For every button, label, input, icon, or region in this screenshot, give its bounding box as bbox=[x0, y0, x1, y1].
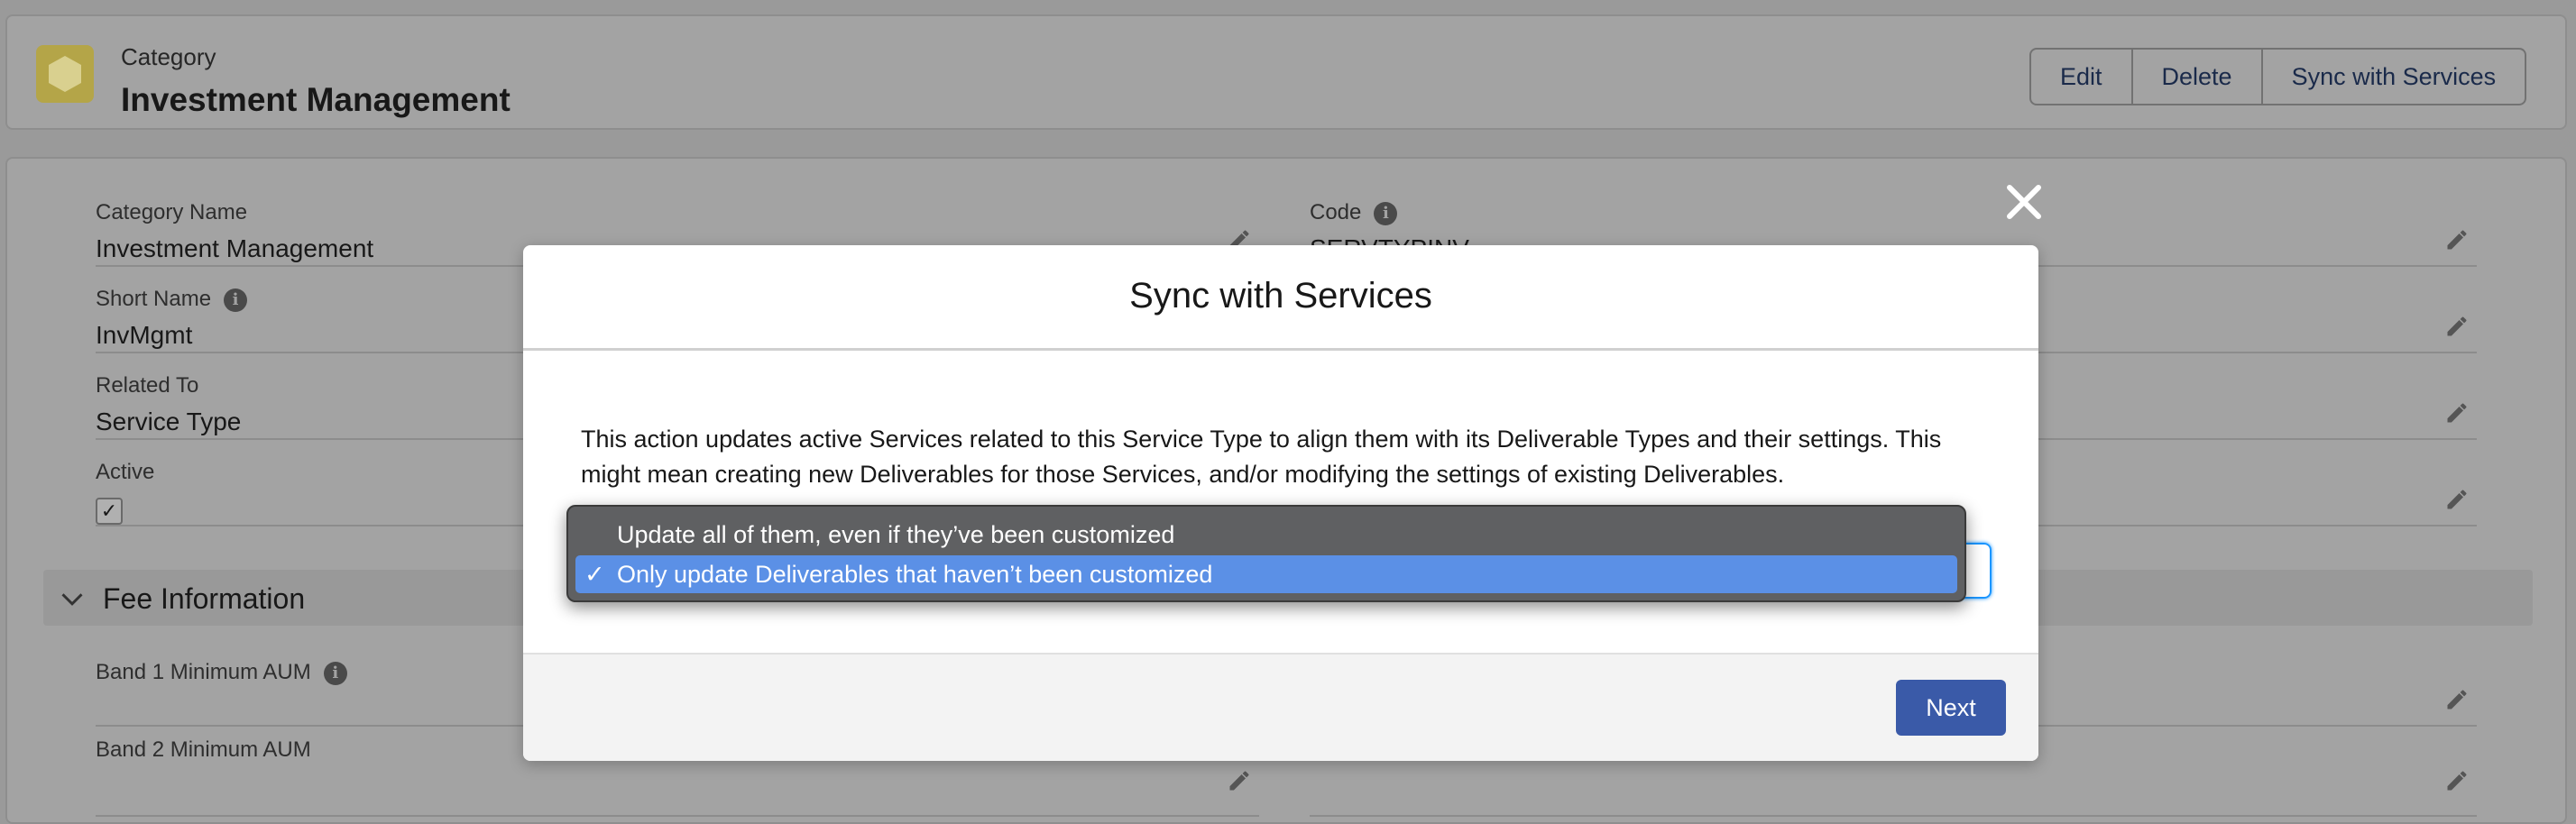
pencil-icon[interactable] bbox=[2444, 768, 2470, 793]
delete-button[interactable]: Delete bbox=[2133, 50, 2263, 104]
dropdown-option-only-uncustomized[interactable]: ✓ Only update Deliverables that haven’t … bbox=[575, 555, 1957, 593]
next-button[interactable]: Next bbox=[1896, 680, 2006, 736]
info-icon[interactable]: i bbox=[323, 661, 347, 685]
pencil-icon[interactable] bbox=[2444, 227, 2470, 252]
close-icon[interactable] bbox=[2002, 180, 2046, 224]
sync-modal: Sync with Services This action updates a… bbox=[523, 245, 2038, 761]
field-label: Short Name i bbox=[96, 287, 248, 312]
modal-header: Sync with Services bbox=[523, 245, 2038, 351]
field-label: Related To bbox=[96, 373, 199, 398]
modal-footer: Next bbox=[523, 653, 2038, 761]
category-icon bbox=[36, 45, 94, 103]
active-checkbox[interactable]: ✓ bbox=[96, 498, 123, 525]
field-label: Active bbox=[96, 460, 155, 484]
field-label: Category Name bbox=[96, 200, 248, 224]
header-actions: Edit Delete Sync with Services bbox=[2029, 48, 2527, 105]
pencil-icon[interactable] bbox=[1227, 768, 1252, 793]
option-label: Update all of them, even if they’ve been… bbox=[617, 521, 1175, 548]
pencil-icon[interactable] bbox=[2444, 400, 2470, 426]
chevron-down-icon bbox=[61, 593, 83, 606]
record-title: Investment Management bbox=[121, 81, 511, 118]
pencil-icon[interactable] bbox=[2444, 314, 2470, 339]
edit-button[interactable]: Edit bbox=[2031, 50, 2133, 104]
modal-title: Sync with Services bbox=[1129, 276, 1432, 316]
modal-description: This action updates active Services rela… bbox=[581, 426, 1942, 488]
object-type-label: Category bbox=[121, 43, 216, 70]
field-value: Service Type bbox=[96, 407, 242, 435]
info-icon[interactable]: i bbox=[1374, 201, 1398, 225]
field-value: InvMgmt bbox=[96, 321, 193, 349]
field-label: Band 1 Minimum AUM i bbox=[96, 660, 347, 685]
field-label: Code i bbox=[1310, 200, 1398, 225]
field-label: Band 2 Minimum AUM bbox=[96, 737, 311, 762]
info-icon[interactable]: i bbox=[224, 288, 248, 312]
pencil-icon[interactable] bbox=[2444, 687, 2470, 712]
section-title: Fee Information bbox=[103, 582, 306, 615]
sync-with-services-button[interactable]: Sync with Services bbox=[2263, 50, 2525, 104]
option-label: Only update Deliverables that haven’t be… bbox=[617, 561, 1213, 588]
field-value: Investment Management bbox=[96, 234, 374, 262]
sync-option-dropdown: Update all of them, even if they’ve been… bbox=[566, 505, 1966, 602]
checkmark-icon: ✓ bbox=[584, 561, 605, 588]
record-header: Category Investment Management Edit Dele… bbox=[5, 14, 2567, 130]
pencil-icon[interactable] bbox=[2444, 487, 2470, 512]
dropdown-option-update-all[interactable]: Update all of them, even if they’ve been… bbox=[575, 516, 1957, 554]
